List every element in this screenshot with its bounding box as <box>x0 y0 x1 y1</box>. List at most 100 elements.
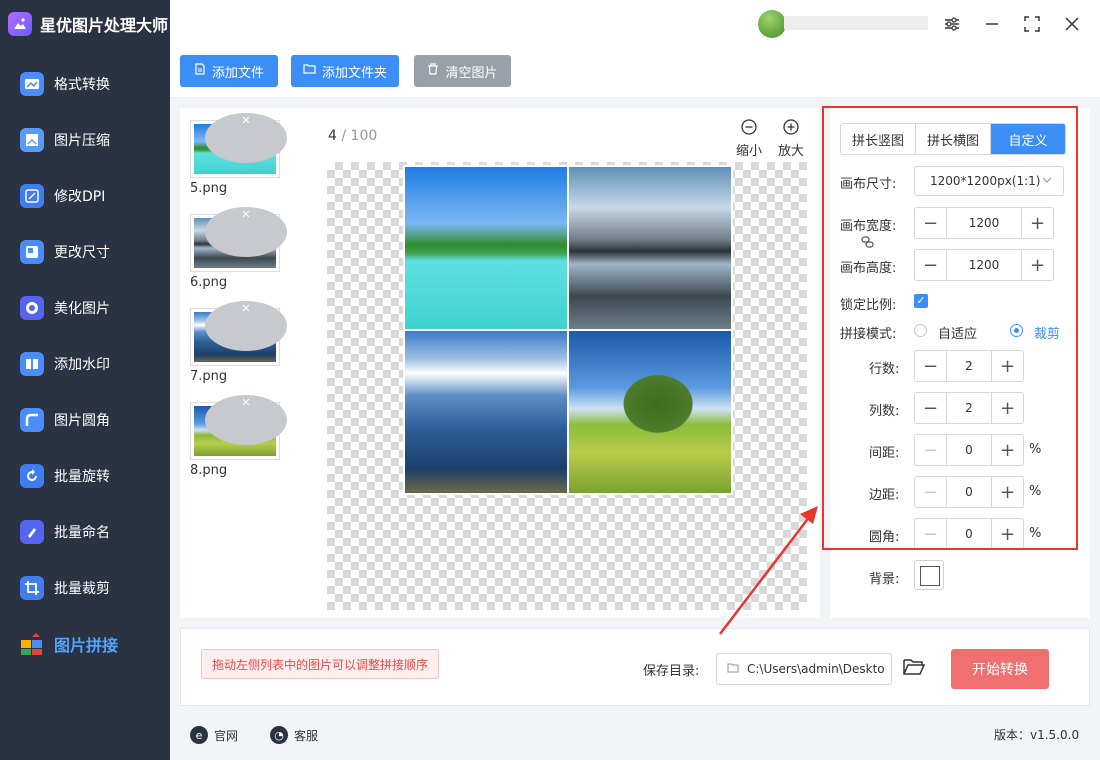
list-item[interactable]: ✕ 7.png <box>190 301 287 384</box>
sidebar-item-crop[interactable]: 批量裁剪 <box>0 568 170 608</box>
dpi-icon <box>20 184 44 208</box>
tab-vertical[interactable]: 拼长竖图 <box>841 124 916 154</box>
list-item[interactable]: ✕ 5.png <box>190 113 287 196</box>
columns-stepper[interactable]: − 2 + <box>914 392 1024 424</box>
collage-tile <box>405 167 567 329</box>
minimize-icon[interactable] <box>980 12 1004 36</box>
close-icon[interactable] <box>1060 12 1084 36</box>
remove-icon[interactable]: ✕ <box>205 395 287 445</box>
spacing-stepper[interactable]: − 0 + <box>914 434 1024 466</box>
percent-unit: % <box>1029 442 1042 457</box>
rows-stepper[interactable]: − 2 + <box>914 350 1024 382</box>
start-convert-button[interactable]: 开始转换 <box>951 649 1049 689</box>
remove-icon[interactable]: ✕ <box>205 207 287 257</box>
rows-label: 行数: <box>869 362 900 377</box>
sidebar-item-rename[interactable]: 批量命名 <box>0 512 170 552</box>
sidebar-item-label: 图片拼接 <box>54 636 119 655</box>
thumbnail: ✕ <box>190 301 287 366</box>
columns-label: 列数: <box>869 404 900 419</box>
lock-ratio-label: 锁定比例: <box>840 298 897 313</box>
increment-button[interactable]: + <box>1021 208 1053 238</box>
browser-icon: e <box>190 726 208 744</box>
add-file-button[interactable]: 添加文件 <box>180 55 278 87</box>
increment-button[interactable]: + <box>991 519 1023 549</box>
radio-adaptive-label[interactable]: 自适应 <box>938 323 977 342</box>
chevron-down-icon <box>1041 174 1053 189</box>
resize-icon <box>20 240 44 264</box>
version-label: 版本：v1.5.0.0 <box>994 728 1080 742</box>
sidebar-item-label: 图片圆角 <box>54 413 110 429</box>
canvas-height-stepper[interactable]: − 1200 + <box>914 249 1054 281</box>
canvas-size-select[interactable]: 1200*1200px(1:1) <box>914 166 1064 196</box>
remove-icon[interactable]: ✕ <box>205 301 287 351</box>
zoom-in-button[interactable]: 放大 <box>778 118 804 159</box>
canvas-height-label: 画布高度: <box>840 261 897 276</box>
tab-custom[interactable]: 自定义 <box>991 124 1065 154</box>
sidebar-item-format-convert[interactable]: 格式转换 <box>0 64 170 104</box>
corner-radius-stepper[interactable]: − 0 + <box>914 518 1024 550</box>
remove-icon[interactable]: ✕ <box>205 113 287 163</box>
avatar[interactable] <box>758 10 786 38</box>
list-item[interactable]: ✕ 8.png <box>190 395 287 478</box>
corner-radius-label: 圆角: <box>869 530 900 545</box>
settings-sliders-icon[interactable] <box>940 12 964 36</box>
increment-button[interactable]: + <box>991 351 1023 381</box>
background-color-picker[interactable] <box>914 560 944 590</box>
file-icon <box>194 63 206 79</box>
increment-button[interactable]: + <box>1021 250 1053 280</box>
support-link[interactable]: ◔ 客服 <box>270 726 318 744</box>
folder-icon <box>303 63 316 79</box>
margin-stepper[interactable]: − 0 + <box>914 476 1024 508</box>
app-title: 星优图片处理大师 <box>40 16 169 35</box>
maximize-icon[interactable] <box>1020 12 1044 36</box>
collage-preview <box>403 165 733 495</box>
increment-button[interactable]: + <box>991 435 1023 465</box>
format-convert-icon <box>20 72 44 96</box>
collage-tile <box>569 331 731 493</box>
clear-images-button[interactable]: 清空图片 <box>414 55 511 87</box>
percent-unit: % <box>1029 484 1042 499</box>
radio-adaptive[interactable] <box>914 324 927 337</box>
thumbnail: ✕ <box>190 395 287 460</box>
zoom-in-icon <box>782 118 800 140</box>
canvas-width-stepper[interactable]: − 1200 + <box>914 207 1054 239</box>
sidebar-item-beautify[interactable]: 美化图片 <box>0 288 170 328</box>
increment-button[interactable]: + <box>991 393 1023 423</box>
spacing-label: 间距: <box>869 446 900 461</box>
sidebar-item-rotate[interactable]: 批量旋转 <box>0 456 170 496</box>
sidebar: 星优图片处理大师 格式转换 图片压缩 修改DPI 更改尺寸 美化图片 添加水印 … <box>0 0 170 760</box>
decrement-button[interactable]: − <box>915 435 947 465</box>
decrement-button[interactable]: − <box>915 208 947 238</box>
radio-crop-label[interactable]: 裁剪 <box>1034 323 1060 342</box>
sidebar-item-label: 修改DPI <box>54 189 106 205</box>
decrement-button[interactable]: − <box>915 250 947 280</box>
decrement-button[interactable]: − <box>915 519 947 549</box>
decrement-button[interactable]: − <box>915 477 947 507</box>
canvas-width-label: 画布宽度: <box>840 219 897 234</box>
sidebar-item-dpi[interactable]: 修改DPI <box>0 176 170 216</box>
decrement-button[interactable]: − <box>915 351 947 381</box>
add-folder-button[interactable]: 添加文件夹 <box>291 55 399 87</box>
link-icon[interactable] <box>860 234 876 254</box>
canvas-size-label: 画布尺寸: <box>840 177 897 192</box>
increment-button[interactable]: + <box>991 477 1023 507</box>
round-corner-icon <box>20 408 44 432</box>
save-path-field[interactable]: C:\Users\admin\Deskto <box>716 653 892 685</box>
zoom-out-button[interactable]: 缩小 <box>736 118 762 159</box>
file-name: 6.png <box>190 275 228 290</box>
sidebar-item-watermark[interactable]: 添加水印 <box>0 344 170 384</box>
list-item[interactable]: ✕ 6.png <box>190 207 287 290</box>
website-link[interactable]: e 官网 <box>190 726 238 744</box>
sidebar-item-compress[interactable]: 图片压缩 <box>0 120 170 160</box>
radio-crop[interactable] <box>1010 324 1023 337</box>
toolbar: 添加文件 添加文件夹 清空图片 <box>170 48 1100 98</box>
sidebar-item-round-corner[interactable]: 图片圆角 <box>0 400 170 440</box>
rename-icon <box>20 520 44 544</box>
sidebar-item-resize[interactable]: 更改尺寸 <box>0 232 170 272</box>
decrement-button[interactable]: − <box>915 393 947 423</box>
mode-tabs: 拼长竖图 拼长横图 自定义 <box>840 123 1066 155</box>
tab-horizontal[interactable]: 拼长横图 <box>916 124 991 154</box>
lock-ratio-checkbox[interactable]: ✓ <box>914 294 928 308</box>
open-folder-icon[interactable] <box>903 657 926 681</box>
sidebar-item-puzzle[interactable]: 图片拼接 <box>0 624 170 664</box>
